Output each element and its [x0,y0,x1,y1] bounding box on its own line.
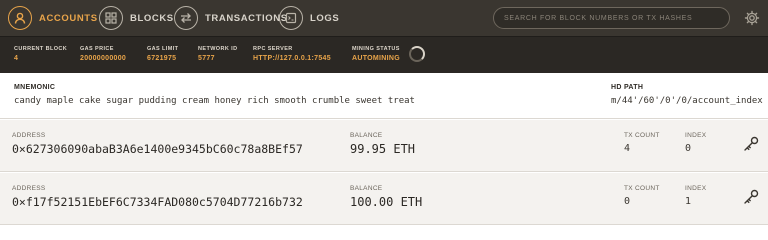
stat-rpc-server: RPC SERVER HTTP://127.0.0.1:7545 [253,46,331,62]
mining-status-value: AUTOMINING [352,55,400,62]
network-id-value: 5777 [198,55,215,62]
account-address: 0×f17f52151EbEF6C7334FAD080c5704D77216b7… [12,195,303,209]
status-bar: CURRENT BLOCK 4 GAS PRICE 20000000000 GA… [0,36,768,73]
account-index: 0 [685,143,692,154]
address-label: ADDRESS [12,185,46,192]
nav-transactions[interactable]: TRANSACTIONS [174,6,288,30]
account-balance: 99.95 ETH [350,142,416,156]
hd-path-label: HD PATH [611,84,644,91]
tx-count-label: TX COUNT [624,185,660,192]
balance-label: BALANCE [350,185,383,192]
nav-logs-label: LOGS [310,12,340,24]
tx-count-label: TX COUNT [624,132,660,139]
nav-logs[interactable]: LOGS [279,6,339,30]
rpc-server-value: HTTP://127.0.0.1:7545 [253,55,331,62]
balance-label: BALANCE [350,132,383,139]
hd-path-value: m/44'/60'/0'/0/account_index [611,96,763,106]
mnemonic-value: candy maple cake sugar pudding cream hon… [14,96,415,106]
transactions-icon [174,6,198,30]
nav-transactions-label: TRANSACTIONS [205,12,288,24]
gear-icon[interactable] [744,10,760,26]
gas-price-value: 20000000000 [80,55,127,62]
account-tx-count: 0 [624,196,631,207]
account-row: ADDRESS 0×627306090abaB3A6e1400e9345bC60… [0,120,768,172]
gas-limit-value: 6721975 [147,55,177,62]
mining-status-label: MINING STATUS [352,46,400,52]
stat-gas-limit: GAS LIMIT 6721975 [147,46,178,62]
nav-blocks[interactable]: BLOCKS [99,6,174,30]
index-label: INDEX [685,185,707,192]
stat-network-id: NETWORK ID 5777 [198,46,237,62]
network-id-label: NETWORK ID [198,46,238,52]
nav-blocks-label: BLOCKS [130,12,174,24]
nav-accounts[interactable]: ACCOUNTS [8,6,98,30]
top-nav: ACCOUNTS BLOCKS TRANSACTIONS LOGS [0,0,768,36]
search-input[interactable] [504,8,724,28]
address-label: ADDRESS [12,132,46,139]
search-box [493,7,730,29]
blocks-icon [99,6,123,30]
key-icon[interactable] [743,136,759,152]
account-balance: 100.00 ETH [350,195,423,209]
rpc-server-label: RPC SERVER [253,46,293,52]
mnemonic-panel: MNEMONIC candy maple cake sugar pudding … [0,73,768,119]
gas-price-label: GAS PRICE [80,46,114,52]
user-icon [8,6,32,30]
account-index: 1 [685,196,692,207]
nav-accounts-label: ACCOUNTS [39,12,98,24]
account-row: ADDRESS 0×f17f52151EbEF6C7334FAD080c5704… [0,173,768,225]
index-label: INDEX [685,132,707,139]
key-icon[interactable] [743,189,759,205]
stat-current-block: CURRENT BLOCK 4 [14,46,67,62]
current-block-value: 4 [14,55,19,62]
mnemonic-label: MNEMONIC [14,84,56,91]
gas-limit-label: GAS LIMIT [147,46,179,52]
stat-mining-status: MINING STATUS AUTOMINING [352,46,400,62]
current-block-label: CURRENT BLOCK [14,46,68,52]
logs-icon [279,6,303,30]
stat-gas-price: GAS PRICE 20000000000 [80,46,126,62]
account-address: 0×627306090abaB3A6e1400e9345bC60c78a8BEf… [12,142,303,156]
mining-spinner-icon [409,46,425,62]
account-tx-count: 4 [624,143,631,154]
